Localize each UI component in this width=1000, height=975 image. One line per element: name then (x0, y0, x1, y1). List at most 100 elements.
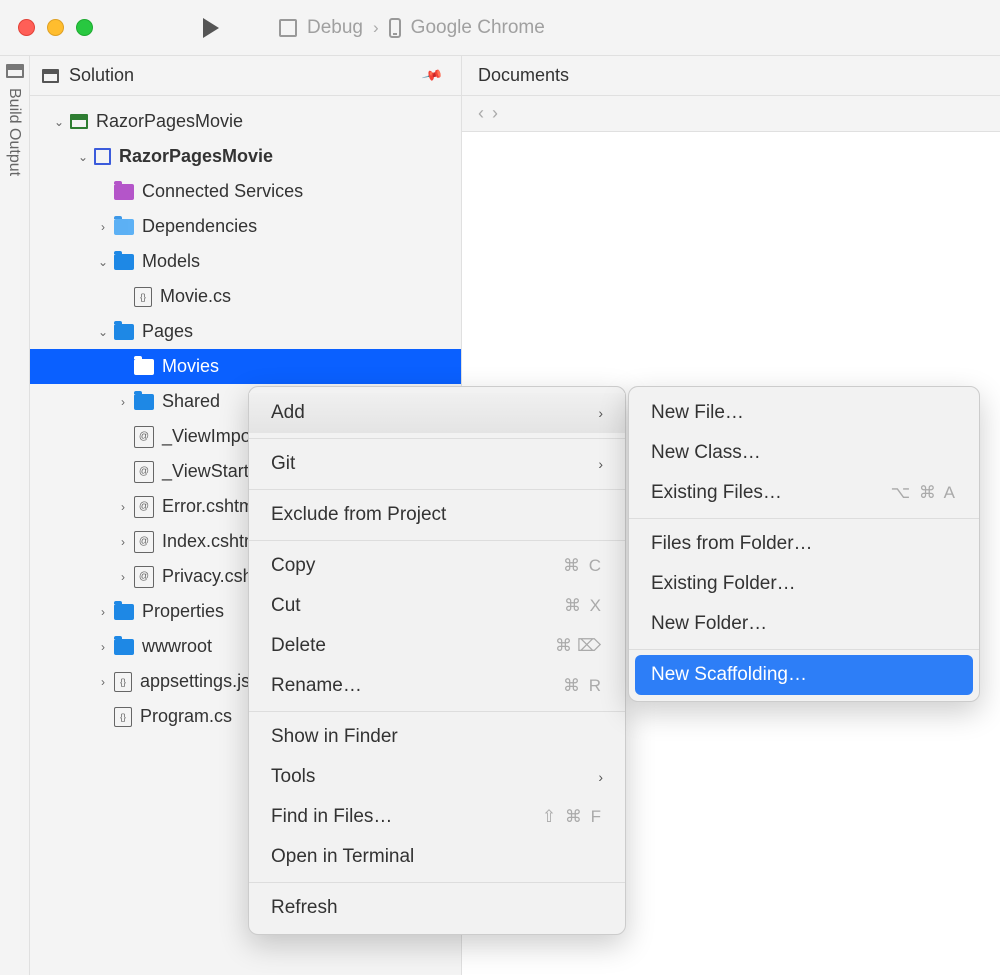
json-file-icon: {} (114, 672, 132, 692)
config-label: Debug (307, 17, 363, 39)
folder-icon (134, 359, 154, 375)
menu-show-in-finder[interactable]: Show in Finder (249, 717, 625, 757)
tree-dependencies[interactable]: › Dependencies (30, 209, 461, 244)
tree-models[interactable]: ⌄ Models (30, 244, 461, 279)
folder-icon (114, 219, 134, 235)
tree-label: Properties (142, 601, 224, 622)
titlebar: Debug › Google Chrome (0, 0, 1000, 56)
cshtml-file-icon (134, 531, 154, 553)
project-icon (94, 148, 111, 165)
chevron-right-icon[interactable]: › (116, 570, 130, 584)
menu-separator (249, 540, 625, 541)
chevron-down-icon[interactable]: ⌄ (96, 255, 110, 269)
menu-new-class[interactable]: New Class… (629, 433, 979, 473)
menu-files-from-folder[interactable]: Files from Folder… (629, 524, 979, 564)
chevron-right-icon[interactable]: › (96, 675, 110, 689)
tree-label: Program.cs (140, 706, 232, 727)
context-menu: Add › Git › Exclude from Project Copy ⌘ … (248, 386, 626, 935)
pin-icon[interactable]: 📌 (420, 64, 444, 87)
chevron-right-icon[interactable]: › (116, 395, 130, 409)
tree-movies-folder[interactable]: Movies (30, 349, 461, 384)
panel-title: Solution (69, 65, 424, 86)
cshtml-file-icon (134, 496, 154, 518)
documents-title: Documents (478, 65, 569, 86)
tree-label: Movies (162, 356, 219, 377)
menu-existing-files[interactable]: Existing Files… ⌥ ⌘ A (629, 473, 979, 513)
menu-add[interactable]: Add › (249, 393, 625, 433)
cshtml-file-icon (134, 461, 154, 483)
chevron-down-icon[interactable]: ⌄ (76, 150, 90, 164)
nav-back-icon[interactable]: ‹ (478, 103, 484, 124)
folder-icon (114, 184, 134, 200)
tree-pages[interactable]: ⌄ Pages (30, 314, 461, 349)
chevron-right-icon: › (373, 18, 379, 38)
menu-open-in-terminal[interactable]: Open in Terminal (249, 837, 625, 877)
chevron-right-icon: › (598, 769, 603, 785)
solution-file-icon (70, 114, 88, 129)
menu-rename[interactable]: Rename… ⌘ R (249, 666, 625, 706)
run-configuration[interactable]: Debug › Google Chrome (279, 17, 545, 39)
chevron-down-icon[interactable]: ⌄ (52, 115, 66, 129)
menu-refresh[interactable]: Refresh (249, 888, 625, 928)
chevron-right-icon[interactable]: › (116, 535, 130, 549)
folder-icon (114, 639, 134, 655)
chevron-right-icon: › (598, 456, 603, 472)
menu-tools[interactable]: Tools › (249, 757, 625, 797)
menu-existing-folder[interactable]: Existing Folder… (629, 564, 979, 604)
cshtml-file-icon (134, 426, 154, 448)
cshtml-file-icon (134, 566, 154, 588)
tree-label: Pages (142, 321, 193, 342)
side-tab-label: Build Output (0, 84, 23, 176)
menu-separator (629, 518, 979, 519)
folder-icon (114, 324, 134, 340)
menu-exclude[interactable]: Exclude from Project (249, 495, 625, 535)
menu-new-scaffolding[interactable]: New Scaffolding… (635, 655, 973, 695)
side-tab-build-output[interactable]: Build Output (0, 56, 30, 975)
tree-label: Error.cshtml (162, 496, 258, 517)
tree-label: RazorPagesMovie (96, 111, 243, 132)
minimize-window-button[interactable] (47, 19, 64, 36)
tree-label: Models (142, 251, 200, 272)
menu-git[interactable]: Git › (249, 444, 625, 484)
tree-label: Dependencies (142, 216, 257, 237)
menu-separator (249, 882, 625, 883)
close-window-button[interactable] (18, 19, 35, 36)
documents-header: Documents (462, 56, 1000, 96)
menu-new-folder[interactable]: New Folder… (629, 604, 979, 644)
zoom-window-button[interactable] (76, 19, 93, 36)
tree-label: wwwroot (142, 636, 212, 657)
chevron-right-icon[interactable]: › (96, 220, 110, 234)
tree-file-movie-cs[interactable]: {} Movie.cs (30, 279, 461, 314)
menu-cut[interactable]: Cut ⌘ X (249, 586, 625, 626)
config-icon (279, 19, 297, 37)
menu-separator (249, 489, 625, 490)
folder-icon (114, 604, 134, 620)
menu-delete[interactable]: Delete ⌘ (249, 626, 625, 666)
menu-copy[interactable]: Copy ⌘ C (249, 546, 625, 586)
chevron-right-icon[interactable]: › (96, 640, 110, 654)
menu-separator (249, 711, 625, 712)
tree-label: Movie.cs (160, 286, 231, 307)
tree-project[interactable]: ⌄ RazorPagesMovie (30, 139, 461, 174)
device-icon (389, 18, 401, 38)
nav-forward-icon[interactable]: › (492, 103, 498, 124)
window-controls (18, 19, 93, 36)
tree-connected-services[interactable]: Connected Services (30, 174, 461, 209)
tree-label: Connected Services (142, 181, 303, 202)
chevron-right-icon[interactable]: › (116, 500, 130, 514)
cs-file-icon: {} (134, 287, 152, 307)
chevron-right-icon[interactable]: › (96, 605, 110, 619)
menu-separator (629, 649, 979, 650)
chevron-right-icon: › (598, 405, 603, 421)
folder-icon (134, 394, 154, 410)
menu-new-file[interactable]: New File… (629, 393, 979, 433)
run-button[interactable] (203, 18, 219, 38)
tree-solution[interactable]: ⌄ RazorPagesMovie (30, 104, 461, 139)
cs-file-icon: {} (114, 707, 132, 727)
menu-find-in-files[interactable]: Find in Files… ⇧ ⌘ F (249, 797, 625, 837)
folder-icon (114, 254, 134, 270)
target-label: Google Chrome (411, 17, 545, 39)
chevron-down-icon[interactable]: ⌄ (96, 325, 110, 339)
solution-panel-header: Solution 📌 (30, 56, 461, 96)
documents-nav: ‹ › (462, 96, 1000, 132)
